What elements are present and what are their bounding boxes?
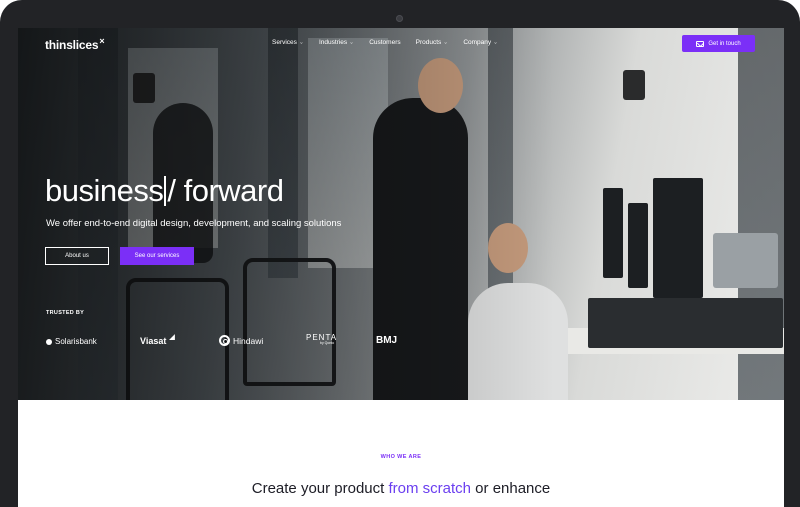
who-we-are-section: WHO WE ARE Create your product from scra…	[18, 400, 784, 507]
nav-label: Customers	[369, 39, 401, 46]
mail-icon	[696, 40, 705, 47]
section-title: Create your product from scratch or enha…	[18, 480, 784, 497]
chevron-down-icon: ⌄	[493, 40, 499, 45]
hindawi-logo: Hindawi	[219, 335, 263, 346]
penta-logo: PENTA by Qonto	[306, 333, 337, 345]
client-logos: Solarisbank Viasat ◢ Hindawi PENTA by Qo…	[46, 333, 406, 351]
solarisbank-icon	[46, 338, 52, 345]
logo-tagline: by Qonto	[320, 341, 335, 345]
top-navigation: thinslices× Services ⌄ Industries ⌄ Cust…	[18, 28, 784, 60]
nav-item-customers[interactable]: Customers	[369, 39, 400, 46]
cta-label: Get in touch	[708, 40, 741, 47]
nav-item-company[interactable]: Company ⌄	[463, 39, 498, 46]
nav-label: Company	[463, 39, 492, 46]
trusted-by-label: TRUSTED BY	[46, 310, 85, 316]
thinslices-logo[interactable]: thinslices×	[45, 36, 105, 52]
headline-suffix: / forward	[167, 173, 284, 208]
chevron-down-icon: ⌄	[349, 40, 355, 45]
title-accent: from scratch	[388, 480, 472, 497]
title-start: Create your product	[251, 480, 389, 497]
nav-label: Products	[415, 39, 442, 46]
headline-prefix: business	[45, 173, 164, 208]
chevron-down-icon: ⌄	[298, 40, 304, 45]
section-eyebrow: WHO WE ARE	[380, 454, 422, 460]
logo-text: thinslices	[45, 38, 99, 52]
logo-name: Hindawi	[233, 335, 264, 346]
logo-mark: ×	[99, 36, 105, 46]
camera-icon	[396, 15, 403, 22]
nav-item-products[interactable]: Products ⌄	[416, 39, 449, 46]
nav-item-services[interactable]: Services ⌄	[272, 39, 304, 46]
bmj-logo: BMJ	[376, 335, 397, 346]
logo-name: Solarisbank	[55, 337, 97, 346]
about-us-button[interactable]: About us	[45, 247, 109, 265]
get-in-touch-button[interactable]: Get in touch	[682, 35, 755, 52]
chevron-down-icon: ⌄	[443, 40, 449, 45]
viasat-logo: Viasat ◢	[140, 334, 175, 346]
nav-item-industries[interactable]: Industries ⌄	[319, 39, 354, 46]
nav-label: Services	[272, 39, 297, 46]
hero-section: thinslices× Services ⌄ Industries ⌄ Cust…	[18, 28, 784, 400]
nav-links: Services ⌄ Industries ⌄ Customers Produc…	[272, 39, 498, 46]
solarisbank-logo: Solarisbank	[46, 337, 97, 346]
hindawi-ring-icon	[219, 335, 230, 346]
nav-label: Industries	[318, 39, 348, 46]
hero-headline: business / forward	[45, 173, 284, 209]
browser-viewport: thinslices× Services ⌄ Industries ⌄ Cust…	[18, 28, 784, 507]
logo-name: BMJ	[376, 335, 398, 346]
logo-name: Viasat	[140, 336, 167, 346]
title-end: or enhance	[471, 480, 551, 497]
see-our-services-button[interactable]: See our services	[120, 247, 194, 265]
viasat-wave-icon: ◢	[169, 334, 175, 341]
hero-subheadline: We offer end-to-end digital design, deve…	[46, 218, 342, 229]
